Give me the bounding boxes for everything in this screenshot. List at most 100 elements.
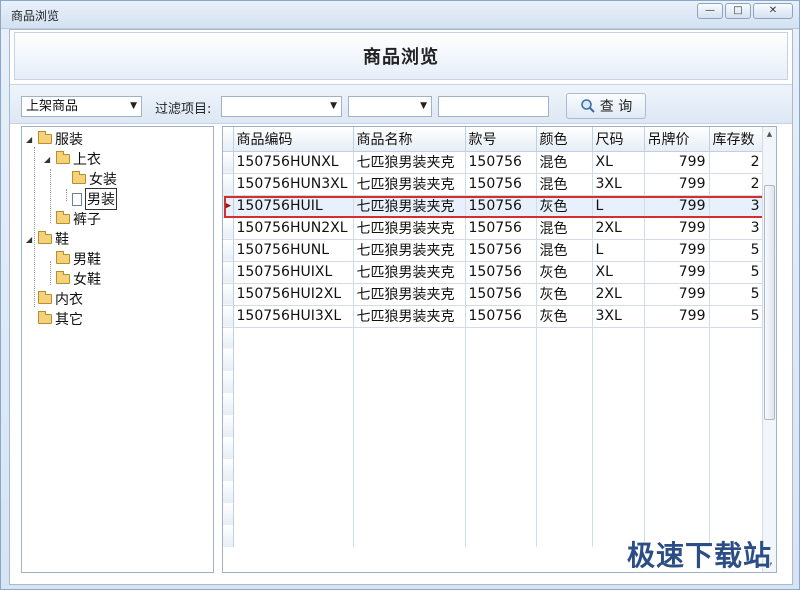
table-cell[interactable]: 150756HUI2XL xyxy=(233,283,354,306)
row-indicator[interactable] xyxy=(223,217,234,240)
table-cell[interactable]: 150756 xyxy=(465,173,537,196)
table-cell[interactable]: 150756 xyxy=(465,261,537,284)
table-cell[interactable]: 七匹狼男装夹克 xyxy=(353,261,466,284)
expand-arrow-icon[interactable]: ◢ xyxy=(26,235,38,244)
filter-value-input[interactable] xyxy=(438,96,549,117)
table-cell[interactable]: 799 xyxy=(644,239,710,262)
table-cell[interactable]: L xyxy=(592,239,645,262)
tree-node-tops[interactable]: ◢ 上衣 xyxy=(44,149,101,169)
table-cell[interactable]: 七匹狼男装夹克 xyxy=(353,151,466,174)
table-cell[interactable]: 150756HUIXL xyxy=(233,261,354,284)
table-cell[interactable]: XL xyxy=(592,261,645,284)
row-indicator[interactable] xyxy=(223,173,234,196)
table-cell[interactable]: L xyxy=(592,195,645,218)
table-cell[interactable]: 150756HUN2XL xyxy=(233,217,354,240)
tree-node-shoes[interactable]: ◢ 鞋 xyxy=(26,229,69,249)
table-cell[interactable]: 799 xyxy=(644,283,710,306)
status-select[interactable]: 上架商品 ▼ xyxy=(21,96,142,117)
column-header[interactable]: 商品名称 xyxy=(353,127,466,152)
tree-node-womens-shoes[interactable]: 女鞋 xyxy=(56,269,101,289)
table-cell[interactable]: 灰色 xyxy=(536,283,593,306)
table-row[interactable]: ▶ 150756HUIL 七匹狼男装夹克 150756 灰色 L 799 3 xyxy=(223,195,764,218)
expand-arrow-icon[interactable]: ◢ xyxy=(44,155,56,164)
table-cell[interactable]: 150756 xyxy=(465,283,537,306)
table-cell[interactable]: 150756 xyxy=(465,239,537,262)
table-cell[interactable]: 799 xyxy=(644,217,710,240)
row-indicator[interactable] xyxy=(223,305,234,328)
table-row[interactable]: 150756HUI3XL 七匹狼男装夹克 150756 灰色 3XL 799 5 xyxy=(223,305,764,328)
table-cell[interactable]: 150756 xyxy=(465,305,537,328)
tree-node-clothing[interactable]: ◢ 服装 xyxy=(26,129,83,149)
table-cell[interactable]: 799 xyxy=(644,261,710,284)
table-cell[interactable]: 灰色 xyxy=(536,195,593,218)
table-cell[interactable]: 混色 xyxy=(536,173,593,196)
tree-node-womens[interactable]: 女装 xyxy=(72,169,117,189)
row-indicator[interactable] xyxy=(223,239,234,262)
table-cell[interactable]: 150756 xyxy=(465,195,537,218)
table-cell[interactable]: 3 xyxy=(709,195,764,218)
table-cell[interactable]: 3 xyxy=(709,217,764,240)
row-indicator[interactable] xyxy=(223,283,234,306)
table-cell[interactable]: 七匹狼男装夹克 xyxy=(353,305,466,328)
table-row[interactable]: 150756HUN2XL 七匹狼男装夹克 150756 混色 2XL 799 3 xyxy=(223,217,764,240)
table-cell[interactable]: 灰色 xyxy=(536,305,593,328)
column-header[interactable]: 吊牌价 xyxy=(644,127,710,152)
table-cell[interactable]: 混色 xyxy=(536,239,593,262)
scrollbar-thumb[interactable] xyxy=(764,185,775,420)
table-cell[interactable]: 5 xyxy=(709,283,764,306)
column-header[interactable]: 库存数 xyxy=(709,127,764,152)
tree-node-mens[interactable]: 男装 xyxy=(72,188,117,210)
row-indicator[interactable]: ▶ xyxy=(223,195,234,218)
filter-operator-select[interactable]: ▼ xyxy=(348,96,432,117)
table-cell[interactable]: 混色 xyxy=(536,151,593,174)
query-button[interactable]: 查 询 xyxy=(566,93,646,119)
tree-node-pants[interactable]: 裤子 xyxy=(56,209,101,229)
table-cell[interactable]: 799 xyxy=(644,305,710,328)
table-cell[interactable]: 799 xyxy=(644,173,710,196)
table-cell[interactable]: 2 xyxy=(709,151,764,174)
table-cell[interactable]: 2XL xyxy=(592,217,645,240)
table-cell[interactable]: 七匹狼男装夹克 xyxy=(353,173,466,196)
table-cell[interactable]: 5 xyxy=(709,239,764,262)
vertical-scrollbar[interactable]: ▲ ▼ xyxy=(762,127,776,572)
table-cell[interactable]: 混色 xyxy=(536,217,593,240)
table-cell[interactable]: 150756HUNXL xyxy=(233,151,354,174)
table-cell[interactable]: 七匹狼男装夹克 xyxy=(353,283,466,306)
row-indicator[interactable] xyxy=(223,151,234,174)
tree-node-other[interactable]: 其它 xyxy=(38,309,83,329)
minimize-button[interactable]: — xyxy=(697,3,723,19)
table-cell[interactable]: 灰色 xyxy=(536,261,593,284)
column-header[interactable]: 颜色 xyxy=(536,127,593,152)
expand-arrow-icon[interactable]: ◢ xyxy=(26,135,38,144)
title-bar[interactable]: 商品浏览 — □ ✕ xyxy=(1,1,799,29)
tree-node-underwear[interactable]: 内衣 xyxy=(38,289,83,309)
maximize-button[interactable]: □ xyxy=(725,3,751,19)
table-cell[interactable]: 3XL xyxy=(592,305,645,328)
table-cell[interactable]: 5 xyxy=(709,261,764,284)
table-cell[interactable]: 150756 xyxy=(465,217,537,240)
table-cell[interactable]: 七匹狼男装夹克 xyxy=(353,217,466,240)
table-cell[interactable]: 150756HUNL xyxy=(233,239,354,262)
table-cell[interactable]: XL xyxy=(592,151,645,174)
scroll-up-icon[interactable]: ▲ xyxy=(763,127,776,141)
filter-field-select[interactable]: ▼ xyxy=(221,96,342,117)
table-cell[interactable]: 799 xyxy=(644,151,710,174)
table-cell[interactable]: 150756HUN3XL xyxy=(233,173,354,196)
table-cell[interactable]: 799 xyxy=(644,195,710,218)
close-button[interactable]: ✕ xyxy=(753,3,793,19)
column-header[interactable]: 尺码 xyxy=(592,127,645,152)
table-row[interactable]: 150756HUNXL 七匹狼男装夹克 150756 混色 XL 799 2 xyxy=(223,151,764,174)
table-cell[interactable]: 2 xyxy=(709,173,764,196)
column-header[interactable]: 款号 xyxy=(465,127,537,152)
table-row[interactable]: 150756HUIXL 七匹狼男装夹克 150756 灰色 XL 799 5 xyxy=(223,261,764,284)
table-row[interactable]: 150756HUNL 七匹狼男装夹克 150756 混色 L 799 5 xyxy=(223,239,764,262)
table-cell[interactable]: 3XL xyxy=(592,173,645,196)
table-cell[interactable]: 150756HUI3XL xyxy=(233,305,354,328)
table-cell[interactable]: 七匹狼男装夹克 xyxy=(353,239,466,262)
table-cell[interactable]: 150756 xyxy=(465,151,537,174)
table-cell[interactable]: 5 xyxy=(709,305,764,328)
row-indicator[interactable] xyxy=(223,261,234,284)
column-header[interactable]: 商品编码 xyxy=(233,127,354,152)
tree-node-mens-shoes[interactable]: 男鞋 xyxy=(56,249,101,269)
table-cell[interactable]: 七匹狼男装夹克 xyxy=(353,195,466,218)
